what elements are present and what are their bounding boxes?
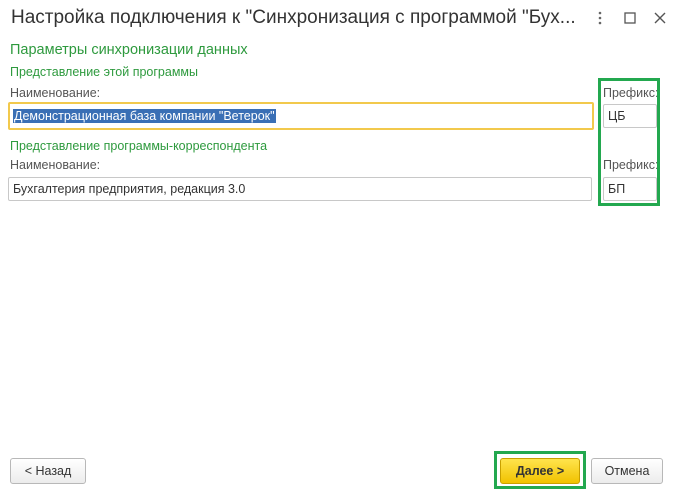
close-icon[interactable] <box>652 10 668 26</box>
this-program-name-field[interactable]: Демонстрационная база компании "Ветерок" <box>8 102 594 130</box>
back-button[interactable]: < Назад <box>10 458 86 484</box>
correspondent-group-title: Представление программы-корреспондента <box>10 139 268 153</box>
this-program-group-title: Представление этой программы <box>10 65 199 79</box>
correspondent-name-field[interactable]: Бухгалтерия предприятия, редакция 3.0 <box>8 177 592 201</box>
next-highlight-frame <box>494 451 586 489</box>
section-title: Параметры синхронизации данных <box>10 42 248 58</box>
cancel-button[interactable]: Отмена <box>591 458 663 484</box>
more-vertical-icon[interactable] <box>592 10 608 26</box>
correspondent-name-label: Наименование: <box>10 158 101 172</box>
maximize-icon[interactable] <box>622 10 638 26</box>
window-title: Настройка подключения к "Синхронизация с… <box>11 7 576 28</box>
selected-text: Демонстрационная база компании "Ветерок" <box>13 109 276 123</box>
prefix-highlight-frame <box>598 78 660 206</box>
title-bar: Настройка подключения к "Синхронизация с… <box>0 0 675 38</box>
this-program-name-label: Наименование: <box>10 86 101 100</box>
